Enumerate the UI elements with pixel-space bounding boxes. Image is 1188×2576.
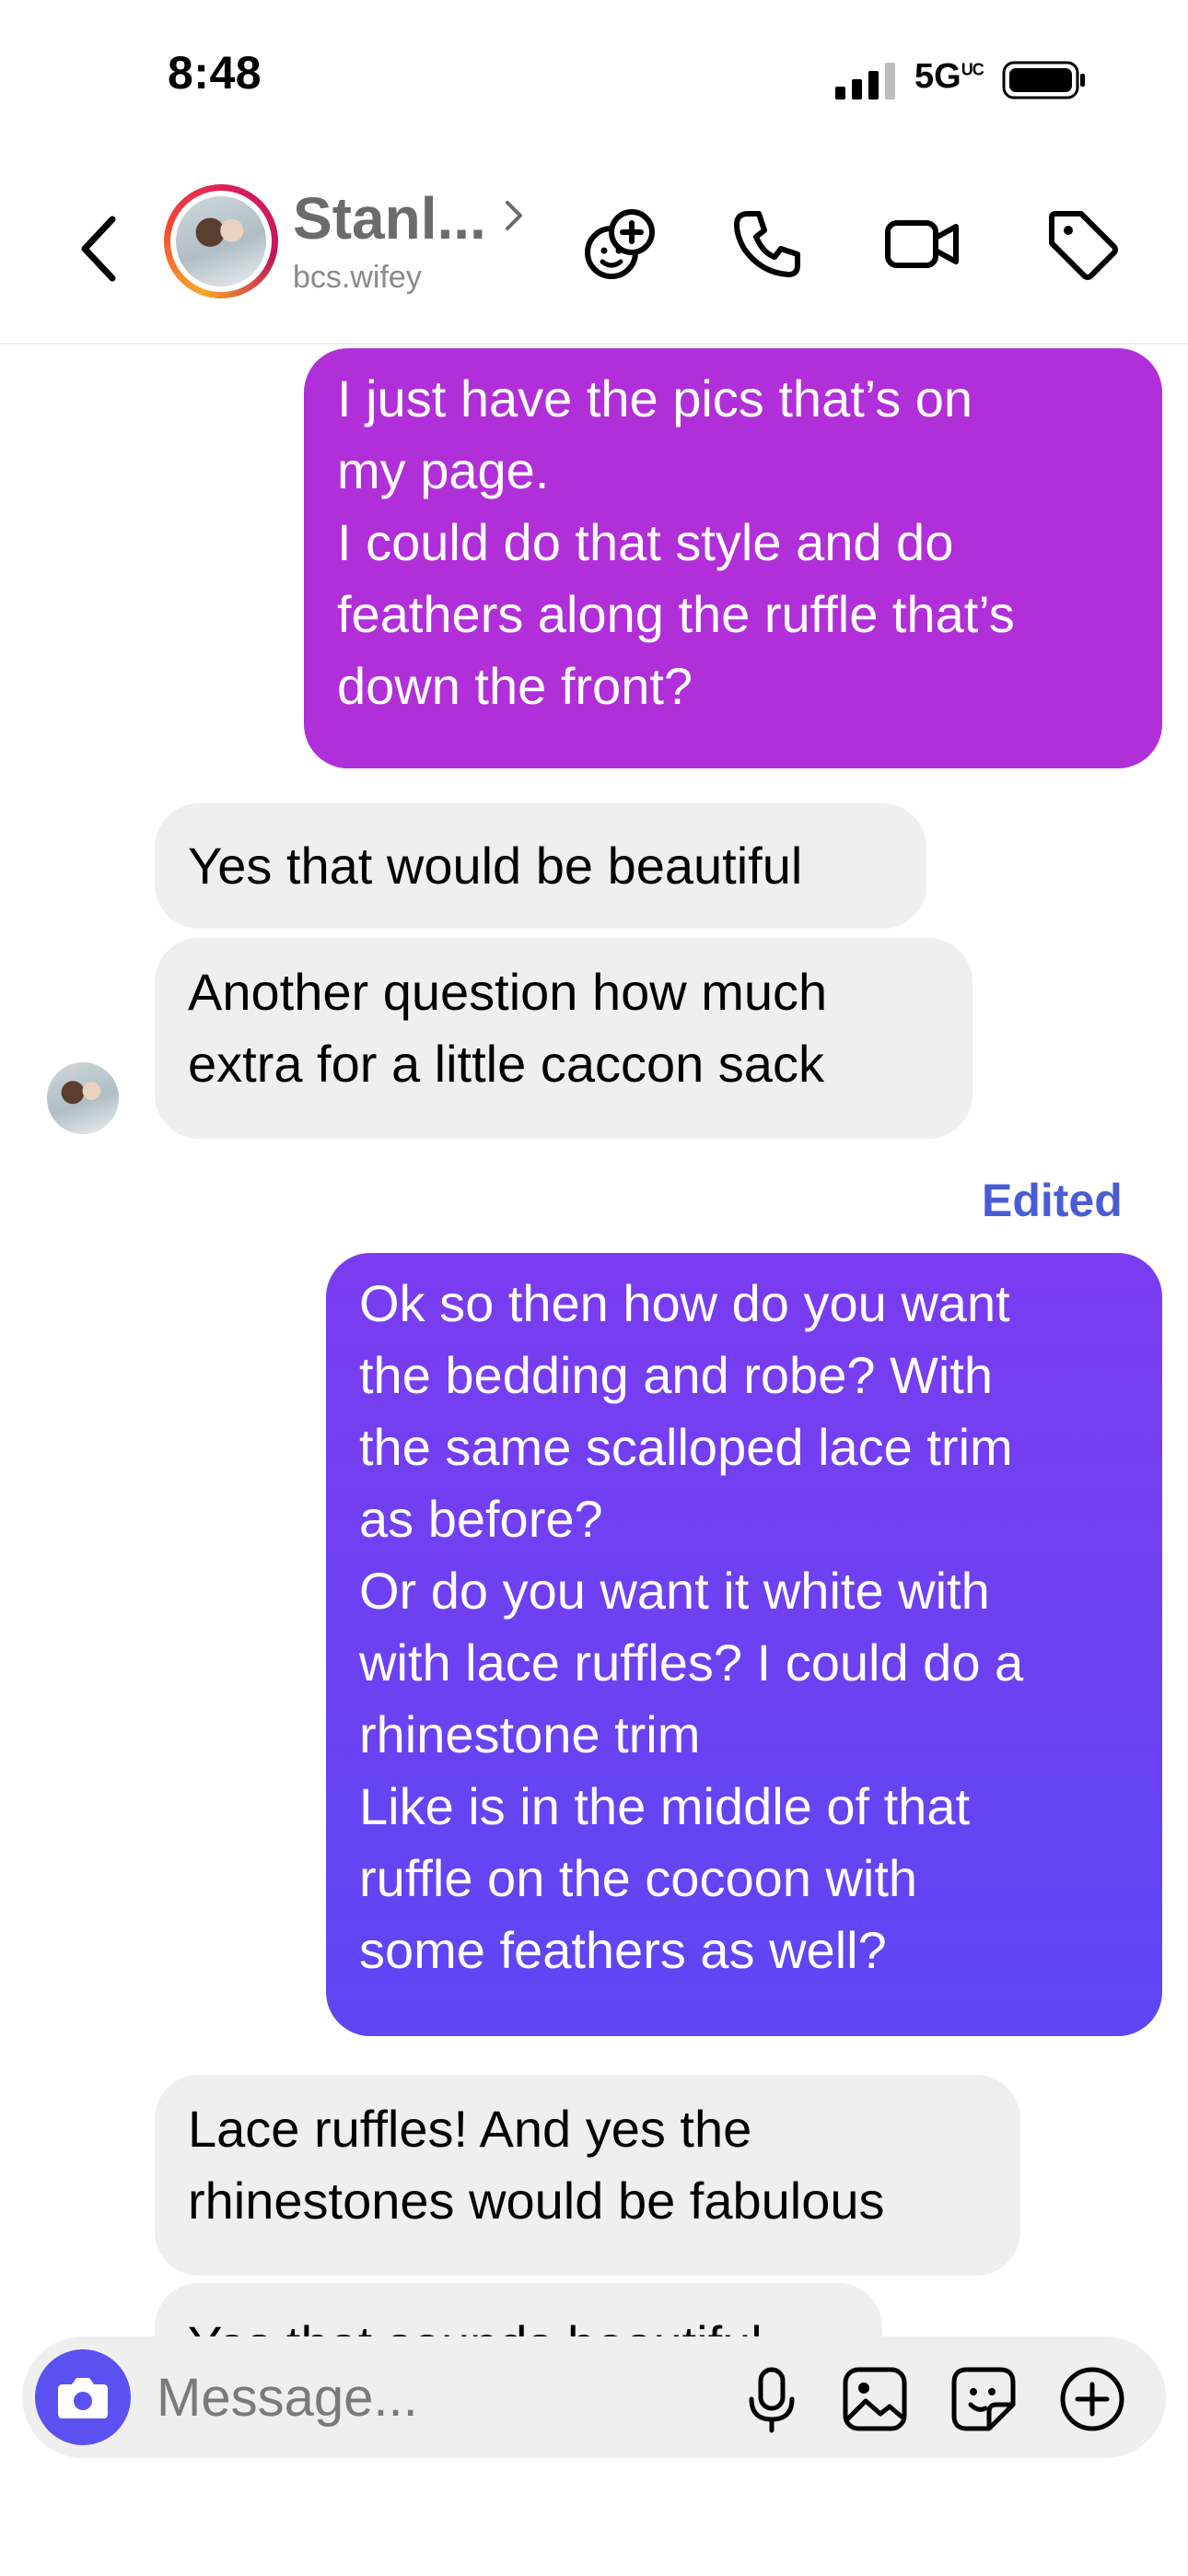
- message-line: down the front?: [337, 657, 693, 715]
- home-indicator: [470, 2541, 718, 2550]
- incoming-message[interactable]: Yes that would be beautiful: [155, 803, 926, 929]
- message-line: the bedding and robe? With: [359, 1346, 994, 1404]
- add-button[interactable]: [1057, 2364, 1127, 2434]
- message-line: as before?: [359, 1490, 603, 1548]
- camera-button[interactable]: [35, 2349, 131, 2445]
- contact-name[interactable]: Stanl...: [293, 184, 486, 252]
- call-button[interactable]: [728, 205, 807, 284]
- message-line: ruffle on the cocoon with: [359, 1849, 918, 1907]
- message-line: Lace ruffles! And yes the: [188, 2100, 752, 2158]
- message-line: extra for a little caccon sack: [188, 1035, 824, 1093]
- contact-avatar[interactable]: [164, 184, 278, 299]
- battery-icon: [1002, 61, 1085, 100]
- outgoing-message[interactable]: I just have the pics that’s on my page. …: [304, 348, 1162, 768]
- network-superscript: UC: [961, 60, 984, 79]
- back-chevron-icon: [81, 216, 116, 282]
- message-line: some feathers as well?: [359, 1921, 887, 1979]
- edited-label: Edited: [982, 1175, 1123, 1226]
- tag-button[interactable]: [1042, 205, 1122, 284]
- outgoing-message[interactable]: Ok so then how do you want the bedding a…: [326, 1253, 1162, 2036]
- cellular-signal-icon: [835, 63, 895, 100]
- message-line: rhinestone trim: [359, 1705, 701, 1763]
- phone-icon: [734, 211, 800, 277]
- tag-icon: [1049, 211, 1118, 280]
- avatar-photo: [176, 196, 266, 287]
- message-line: Yes that would be beautiful: [188, 837, 803, 895]
- microphone-icon: [749, 2367, 795, 2433]
- message-line: my page.: [337, 441, 550, 499]
- message-line: Or do you want it white with: [359, 1562, 990, 1620]
- incoming-message[interactable]: Lace ruffles! And yes the rhinestones wo…: [155, 2075, 1020, 2276]
- message-line: feathers along the ruffle that’s: [337, 585, 1015, 643]
- message-line: Like is in the middle of that: [359, 1777, 971, 1835]
- message-line: with lace ruffles? I could do a: [359, 1633, 1024, 1692]
- message-input[interactable]: [157, 2364, 709, 2430]
- incoming-message[interactable]: Another question how much extra for a li…: [155, 938, 973, 1139]
- sticker-button[interactable]: [949, 2364, 1019, 2434]
- gallery-button[interactable]: [840, 2364, 910, 2434]
- status-bar: 8:48 5GUC: [0, 0, 1188, 157]
- contact-handle: bcs.wifey: [293, 260, 422, 295]
- video-icon: [885, 220, 959, 268]
- message-line: the same scalloped lace trim: [359, 1418, 1013, 1476]
- effects-button[interactable]: [580, 205, 659, 284]
- chat-header: Stanl... bcs.wifey: [0, 157, 1188, 345]
- network-type: 5GUC: [914, 57, 984, 97]
- video-call-button[interactable]: [882, 205, 961, 284]
- voice-message-button[interactable]: [737, 2364, 807, 2434]
- message-line: Another question how much: [188, 963, 828, 1021]
- message-line: I could do that style and do: [337, 513, 954, 571]
- effects-icon: [585, 209, 655, 279]
- sender-avatar[interactable]: [44, 1060, 122, 1137]
- back-button[interactable]: [72, 212, 123, 286]
- camera-icon: [58, 2378, 108, 2418]
- chevron-right-icon[interactable]: [502, 197, 526, 234]
- network-label: 5G: [914, 57, 961, 96]
- message-line: I just have the pics that’s on: [337, 369, 973, 427]
- gallery-icon: [843, 2367, 907, 2431]
- message-composer: [22, 2336, 1166, 2458]
- add-icon: [1060, 2367, 1124, 2431]
- sticker-icon: [951, 2367, 1016, 2431]
- message-line: Ok so then how do you want: [359, 1274, 1010, 1332]
- status-time: 8:48: [168, 47, 262, 99]
- message-line: rhinestones would be fabulous: [188, 2172, 885, 2230]
